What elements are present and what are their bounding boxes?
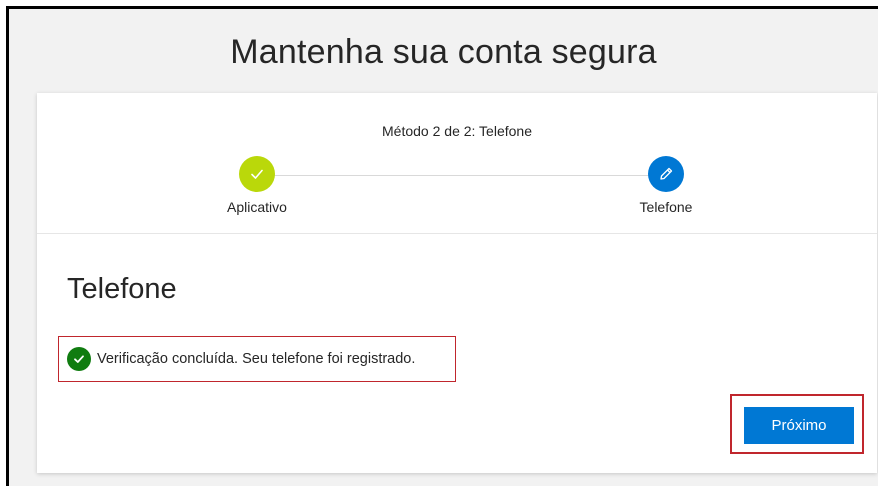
page-title: Mantenha sua conta segura — [230, 33, 657, 71]
verification-status: Verificação concluída. Seu telefone foi … — [58, 336, 456, 382]
step-aplicativo-indicator — [239, 156, 275, 192]
step-caption: Método 2 de 2: Telefone — [382, 123, 532, 139]
status-message: Verificação concluída. Seu telefone foi … — [97, 351, 416, 367]
step-telefone-label: Telefone — [639, 199, 693, 215]
step-aplicativo-label: Aplicativo — [227, 199, 287, 215]
step-telefone-indicator — [648, 156, 684, 192]
progress-stepper: Método 2 de 2: Telefone Aplicativo Telef… — [37, 93, 877, 234]
check-icon — [251, 169, 263, 179]
app-window: Mantenha sua conta segura Método 2 de 2:… — [6, 6, 878, 486]
setup-card: Método 2 de 2: Telefone Aplicativo Telef… — [37, 93, 877, 473]
section-title: Telefone — [67, 273, 177, 305]
next-button[interactable]: Próximo — [744, 407, 854, 444]
pencil-icon — [660, 167, 673, 180]
check-circle-icon — [67, 347, 91, 371]
step-connector-line — [263, 175, 667, 176]
